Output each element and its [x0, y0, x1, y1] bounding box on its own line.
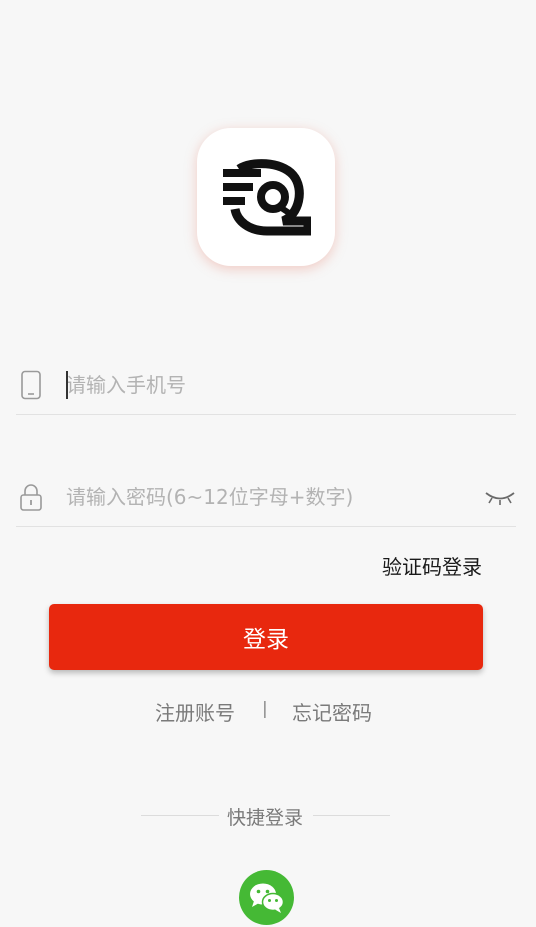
- password-input[interactable]: [66, 480, 466, 514]
- password-field: [16, 470, 516, 527]
- app-logo: [197, 128, 335, 266]
- divider-line-left: [141, 815, 219, 816]
- phone-field: [16, 358, 516, 415]
- divider-line-right: [313, 815, 390, 816]
- quick-login-label: 快捷登录: [227, 807, 304, 829]
- links-separator: |: [262, 699, 268, 719]
- account-links: 注册账号 | 忘记密码: [0, 697, 536, 727]
- app-logo-icon: [223, 159, 311, 236]
- register-link[interactable]: 注册账号: [155, 697, 235, 726]
- eye-closed-icon[interactable]: [484, 486, 516, 508]
- wechat-icon: [249, 883, 284, 913]
- login-button[interactable]: 登录: [49, 604, 483, 670]
- phone-input[interactable]: [66, 368, 466, 402]
- quick-login-divider: 快捷登录: [0, 803, 536, 829]
- sms-login-link[interactable]: 验证码登录: [382, 551, 482, 580]
- wechat-login-button[interactable]: [239, 870, 294, 925]
- lock-icon: [20, 484, 42, 511]
- forgot-password-link[interactable]: 忘记密码: [292, 697, 372, 726]
- phone-icon: [21, 370, 41, 400]
- text-cursor: [66, 371, 68, 399]
